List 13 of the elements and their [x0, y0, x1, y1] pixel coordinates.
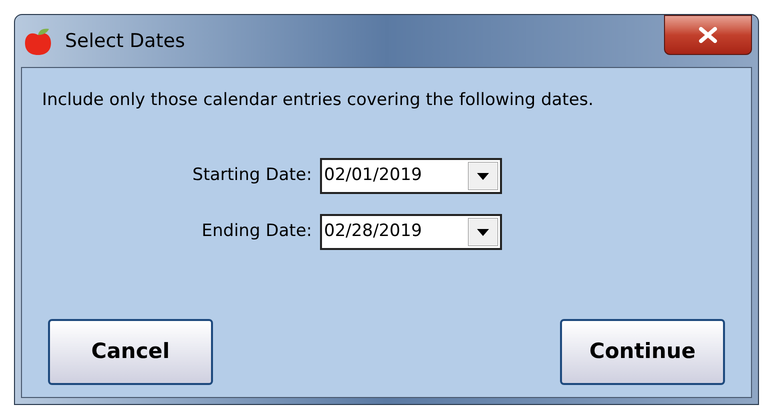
window-title: Select Dates	[65, 28, 185, 54]
dropdown-arrow-icon	[468, 218, 498, 246]
close-button[interactable]	[664, 15, 752, 55]
date-dropdown[interactable]: 02/01/2019	[320, 158, 502, 194]
apple-icon	[23, 26, 53, 56]
cancel-button[interactable]: Cancel	[48, 319, 213, 385]
field-label: Ending Date:	[200, 220, 313, 243]
instruction-text: Include only those calendar entries covering the following dates.	[42, 89, 595, 112]
close-icon	[699, 27, 717, 43]
date-dropdown[interactable]: 02/28/2019	[320, 214, 502, 250]
dropdown-arrow-icon	[468, 162, 498, 190]
field-label: Starting Date:	[191, 164, 313, 187]
continue-button[interactable]: Continue	[560, 319, 725, 385]
